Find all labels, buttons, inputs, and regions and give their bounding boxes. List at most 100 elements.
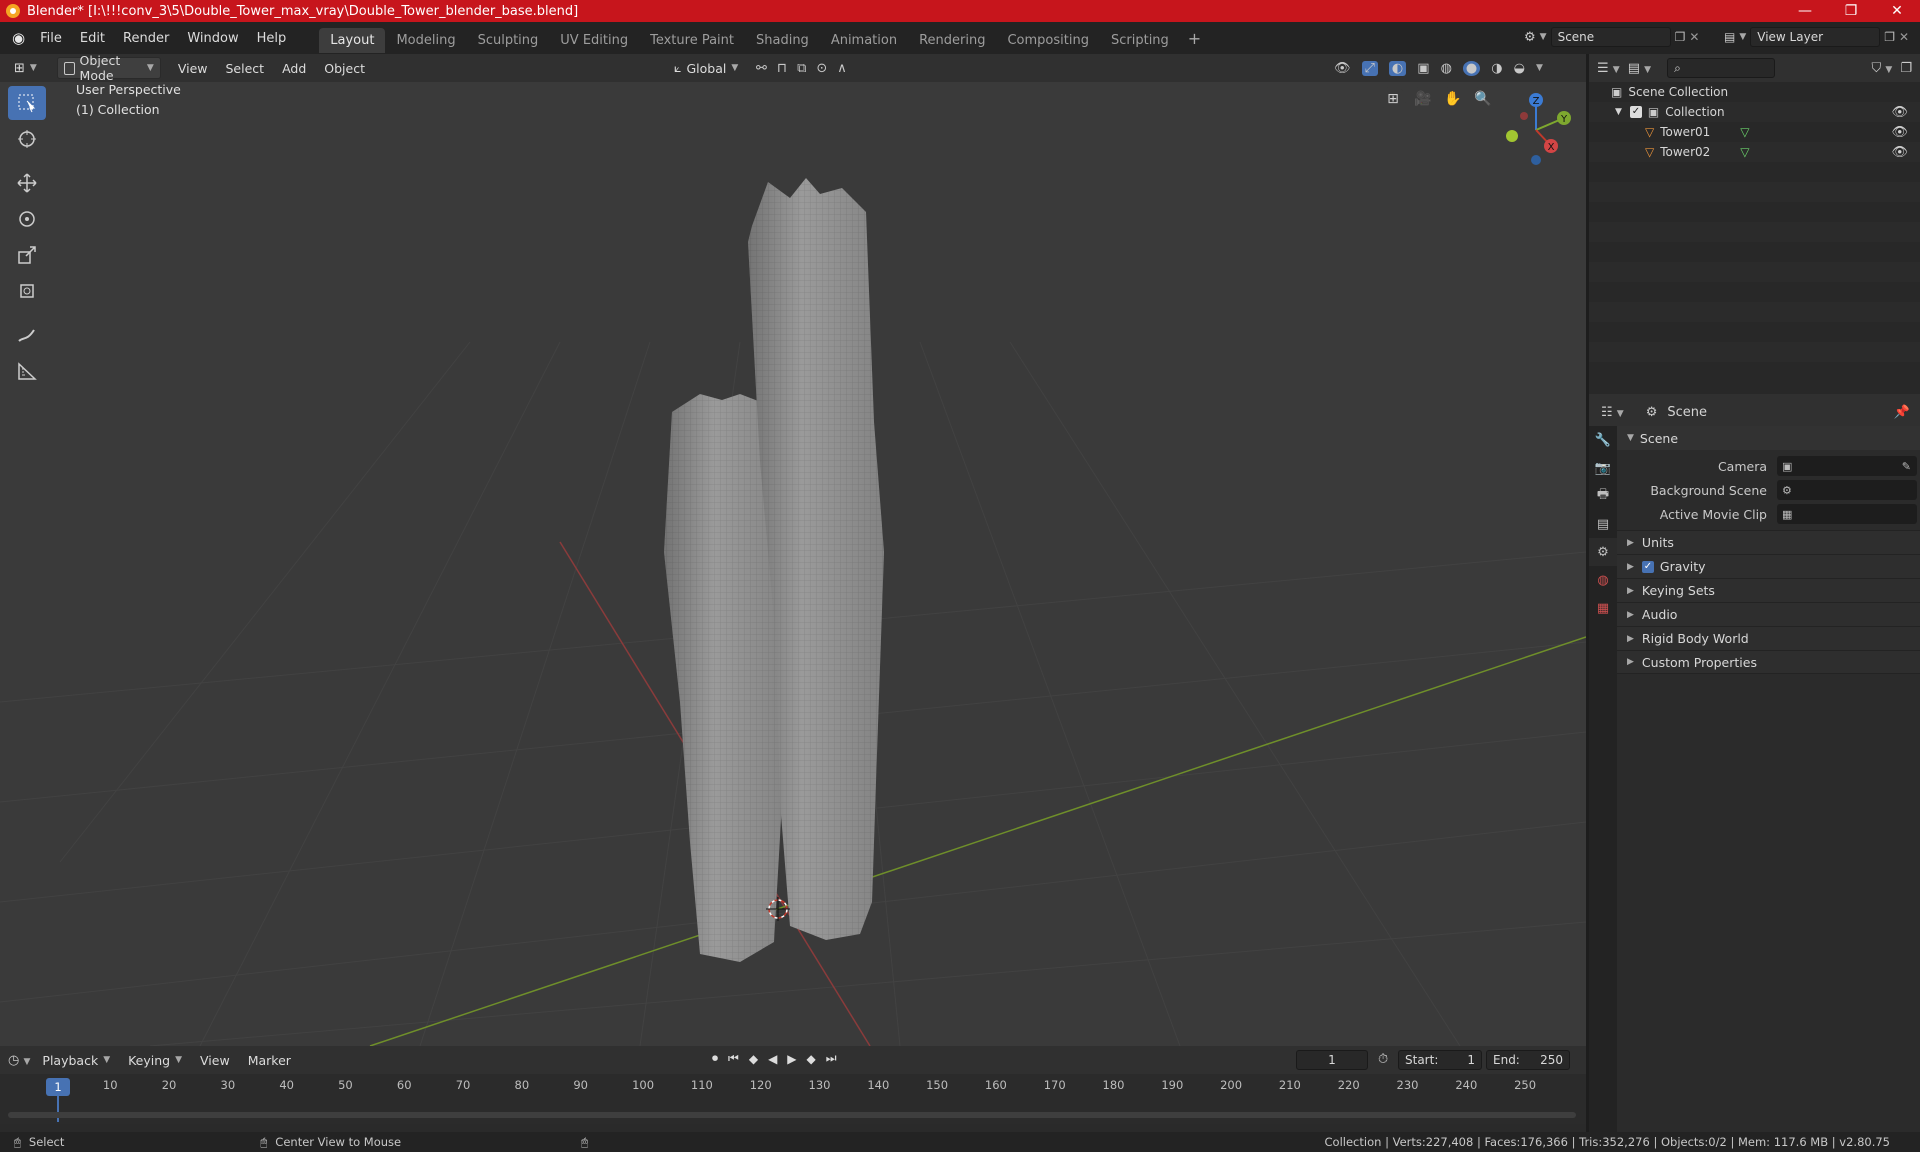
pin-icon[interactable]: 📌 <box>1894 405 1910 420</box>
current-frame-field[interactable]: 1 <box>1296 1050 1368 1070</box>
xray-icon[interactable]: ▣ <box>1417 61 1429 76</box>
annotate-tool[interactable] <box>8 318 46 352</box>
maximize-button[interactable]: ❐ <box>1828 0 1874 22</box>
transform-orientation-dropdown[interactable]: ⟀ Global ▼ <box>668 57 744 79</box>
mode-dropdown[interactable]: Object Mode ▼ <box>56 53 161 83</box>
shading-options-icon[interactable]: ▼ <box>1536 63 1543 73</box>
scene-selector-icon[interactable]: ⚙ <box>1524 30 1536 45</box>
tab-compositing[interactable]: Compositing <box>996 28 1100 53</box>
proportional-edit-icon[interactable]: ⊙ <box>816 61 827 76</box>
audio-panel[interactable]: ▶ Audio <box>1617 602 1920 626</box>
timeline-scrubber[interactable]: 10 20 30 40 50 60 70 80 90 100 110 120 130 140 150 160 1… <box>0 1074 1586 1124</box>
view-layer-tab-icon[interactable]: ▤ <box>1589 510 1617 538</box>
rigid-body-world-panel[interactable]: ▶ Rigid Body World <box>1617 626 1920 650</box>
material-shading-icon[interactable]: ◑ <box>1491 61 1502 76</box>
tab-texture-paint[interactable]: Texture Paint <box>639 28 745 53</box>
scale-tool[interactable] <box>8 238 46 272</box>
collection-checkbox[interactable]: ✓ <box>1629 106 1642 118</box>
scene-section-header[interactable]: ▼ Scene <box>1617 426 1920 450</box>
menu-select[interactable]: Select <box>217 61 274 76</box>
select-box-tool[interactable] <box>8 86 46 120</box>
pan-hand-icon[interactable]: ✋ <box>1440 86 1466 112</box>
scene-field[interactable]: Scene <box>1550 27 1671 47</box>
menu-edit[interactable]: Edit <box>71 31 114 46</box>
blender-menu-icon[interactable]: ◉ <box>12 29 25 47</box>
wireframe-shading-icon[interactable]: ◍ <box>1441 61 1452 76</box>
frame-start-field[interactable]: Start: 1 <box>1398 1050 1482 1070</box>
frame-end-field[interactable]: End: 250 <box>1486 1050 1570 1070</box>
gizmo-toggle-icon[interactable]: ⤢ <box>1361 60 1378 76</box>
tool-tab-icon[interactable]: 🔧 <box>1589 426 1617 454</box>
menu-window[interactable]: Window <box>178 31 247 46</box>
rotate-tool[interactable] <box>8 202 46 236</box>
menu-help[interactable]: Help <box>248 31 296 46</box>
keying-menu[interactable]: Keying ▼ <box>122 1049 188 1071</box>
tab-uv-editing[interactable]: UV Editing <box>549 28 639 53</box>
cursor-tool[interactable] <box>8 122 46 156</box>
play-icon[interactable]: ▶ <box>787 1052 796 1066</box>
menu-file[interactable]: File <box>31 31 71 46</box>
tab-sculpting[interactable]: Sculpting <box>467 28 550 53</box>
expand-arrow-icon[interactable]: ▼ <box>1615 107 1622 117</box>
chevron-down-icon[interactable]: ▼ <box>1739 32 1746 42</box>
menu-render[interactable]: Render <box>114 31 178 46</box>
snap-target-icon[interactable]: ⧉ <box>797 61 806 76</box>
3d-viewport[interactable]: User Perspective (1) Collection ⊞ 🎥 ✋ 🔍 … <box>0 82 1586 1046</box>
tab-layout[interactable]: Layout <box>319 27 386 53</box>
view-layer-icon[interactable]: ▤ <box>1724 30 1735 44</box>
timeline-scrollbar[interactable] <box>8 1112 1576 1118</box>
chevron-down-icon[interactable]: ▼ <box>1540 32 1547 42</box>
pivot-point-icon[interactable]: ⚯ <box>756 61 767 76</box>
camera-view-icon[interactable]: 🎥 <box>1410 86 1436 112</box>
visibility-icon[interactable]: 👁 <box>1334 61 1351 76</box>
record-icon[interactable]: ⏺ <box>712 1051 718 1066</box>
filter-icon[interactable]: ⛉ ▼ <box>1872 61 1893 76</box>
jump-end-icon[interactable]: ⏭ <box>826 1051 837 1066</box>
display-mode-icon[interactable]: ▤ ▼ <box>1628 61 1651 76</box>
keying-sets-panel[interactable]: ▶ Keying Sets <box>1617 578 1920 602</box>
output-tab-icon[interactable]: 🖶 <box>1589 482 1617 510</box>
gravity-panel[interactable]: ▶ ✓ Gravity <box>1617 554 1920 578</box>
tab-animation[interactable]: Animation <box>820 28 908 53</box>
overlay-toggle-icon[interactable]: ◐ <box>1388 60 1407 76</box>
zoom-icon[interactable]: 🔍 <box>1470 86 1496 112</box>
texture-tab-icon[interactable]: ▦ <box>1589 594 1617 622</box>
new-collection-icon[interactable]: ❐ <box>1900 61 1912 76</box>
falloff-icon[interactable]: ∧ <box>837 61 847 76</box>
navigation-gizmo[interactable]: Z Y X <box>1496 86 1576 166</box>
tab-modeling[interactable]: Modeling <box>385 28 466 53</box>
measure-tool[interactable] <box>8 354 46 388</box>
render-tab-icon[interactable]: 📷 <box>1589 454 1617 482</box>
mesh-data-icon[interactable]: ▽ <box>1740 145 1749 159</box>
gravity-checkbox[interactable]: ✓ <box>1641 560 1654 573</box>
view-menu[interactable]: View <box>194 1049 236 1071</box>
tab-scripting[interactable]: Scripting <box>1100 28 1180 53</box>
properties-editor-icon[interactable]: ☷ ▼ <box>1601 405 1624 420</box>
minimize-button[interactable]: — <box>1782 0 1828 22</box>
playhead[interactable]: 1 <box>46 1078 70 1096</box>
visibility-eye-icon[interactable]: 👁 <box>1891 105 1908 120</box>
units-panel[interactable]: ▶ Units <box>1617 530 1920 554</box>
delete-scene-icon[interactable]: ✕ <box>1689 30 1699 44</box>
marker-menu[interactable]: Marker <box>242 1049 297 1071</box>
rendered-shading-icon[interactable]: ◒ <box>1514 61 1525 76</box>
visibility-eye-icon[interactable]: 👁 <box>1891 145 1908 160</box>
custom-properties-panel[interactable]: ▶ Custom Properties <box>1617 650 1920 674</box>
add-workspace-icon[interactable]: + <box>1188 29 1201 48</box>
editor-type-button[interactable]: ⊞ ▼ <box>8 57 43 79</box>
move-tool[interactable] <box>8 166 46 200</box>
active-movie-clip-field[interactable]: ▦ <box>1777 504 1917 524</box>
outliner-item-collection[interactable]: ▼ ✓ ▣ Collection 👁 <box>1589 102 1920 122</box>
timeline-editor-icon[interactable]: ◷ ▼ <box>8 1053 30 1068</box>
view-layer-field[interactable]: View Layer <box>1750 27 1881 47</box>
menu-object[interactable]: Object <box>315 61 374 76</box>
play-reverse-icon[interactable]: ◀ <box>768 1052 777 1066</box>
menu-add[interactable]: Add <box>273 61 315 76</box>
outliner-item-scene-collection[interactable]: ▣ Scene Collection <box>1589 82 1920 102</box>
outliner-editor-icon[interactable]: ☰ ▼ <box>1597 61 1620 76</box>
delete-view-layer-icon[interactable]: ✕ <box>1899 30 1909 44</box>
menu-view[interactable]: View <box>169 61 217 76</box>
new-scene-icon[interactable]: ❐ <box>1675 30 1686 44</box>
outliner-search-input[interactable]: ⌕ <box>1667 58 1776 78</box>
mesh-data-icon[interactable]: ▽ <box>1740 125 1749 139</box>
